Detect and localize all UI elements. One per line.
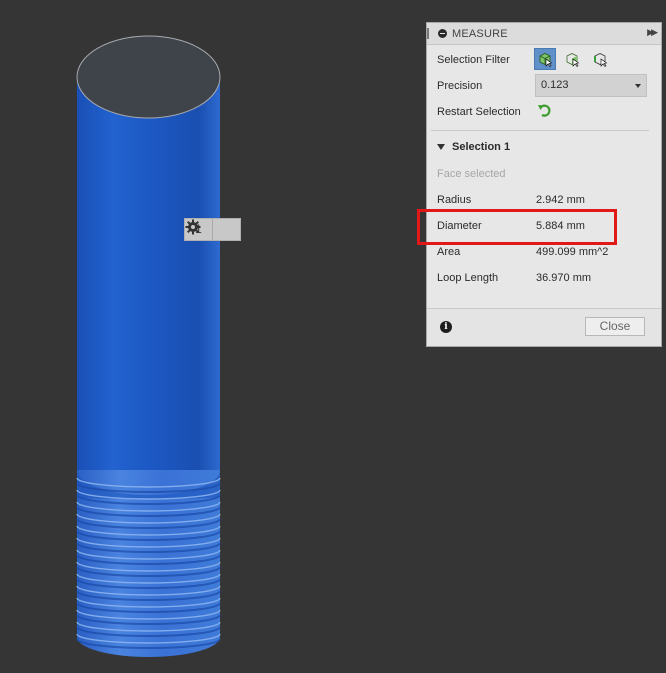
radius-label: Radius	[437, 194, 472, 206]
panel-footer: i Close	[427, 308, 661, 346]
face-select-icon[interactable]	[561, 48, 583, 70]
loop-length-value: 36.970 mm	[536, 272, 592, 284]
diameter-value: 5.884 mm	[536, 220, 585, 232]
selection-title: Selection 1	[452, 141, 511, 153]
loop-length-label: Loop Length	[437, 272, 499, 284]
divider	[431, 130, 649, 131]
edge-select-icon[interactable]	[589, 48, 611, 70]
chevron-down-icon	[635, 84, 641, 88]
cylinder-body	[77, 77, 220, 497]
selection-marker[interactable]: 1	[184, 218, 241, 241]
stop-icon[interactable]	[438, 29, 447, 38]
precision-select[interactable]: 0.123	[535, 74, 647, 97]
restart-selection-label: Restart Selection	[437, 106, 521, 118]
info-icon[interactable]: i	[440, 321, 452, 333]
area-label: Area	[437, 246, 461, 258]
drag-grip[interactable]	[427, 28, 429, 39]
precision-value: 0.123	[541, 79, 569, 91]
panel-title: MEASURE	[452, 27, 508, 40]
expand-icon[interactable]: ▶▶	[647, 27, 658, 38]
cylinder-top-face	[76, 35, 221, 119]
diameter-label: Diameter	[437, 220, 482, 232]
close-button[interactable]: Close	[585, 317, 645, 336]
area-value: 499.099 mm^2	[536, 246, 609, 258]
collapse-triangle-icon[interactable]	[437, 144, 445, 150]
panel-header[interactable]: MEASURE ▶▶	[427, 23, 661, 45]
selection-filter-label: Selection Filter	[437, 54, 510, 66]
measure-panel: MEASURE ▶▶ Selection Filter Precision 0.…	[426, 22, 662, 347]
precision-label: Precision	[437, 80, 483, 92]
selection-section-header[interactable]: Selection 1	[437, 141, 510, 153]
face-selected-label: Face selected	[437, 168, 506, 180]
restart-arrow-icon[interactable]	[537, 103, 553, 124]
radius-value: 2.942 mm	[536, 194, 585, 206]
body-select-icon[interactable]	[534, 48, 556, 70]
